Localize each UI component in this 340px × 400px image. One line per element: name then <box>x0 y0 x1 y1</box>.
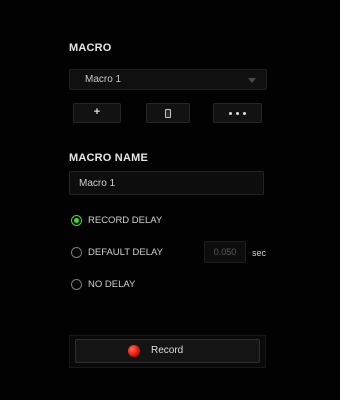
more-dots-icon <box>214 112 261 115</box>
macro-heading: MACRO <box>69 42 112 54</box>
default-delay-radio[interactable] <box>71 247 82 258</box>
delete-macro-button[interactable] <box>146 103 190 123</box>
no-delay-label: NO DELAY <box>88 279 136 290</box>
plus-icon: + <box>93 106 101 118</box>
macro-panel: MACRO Macro 1 + MACRO NAME RECORD DELAY … <box>0 0 340 400</box>
record-icon <box>128 345 140 357</box>
record-delay-label: RECORD DELAY <box>88 215 163 226</box>
default-delay-input[interactable] <box>204 241 246 263</box>
add-macro-button[interactable]: + <box>73 103 121 123</box>
macro-name-heading: MACRO NAME <box>69 152 148 164</box>
record-button-label: Record <box>151 345 184 356</box>
record-button[interactable]: Record <box>75 339 260 363</box>
no-delay-radio[interactable] <box>71 279 82 290</box>
delay-unit-label: sec <box>252 248 267 258</box>
more-options-button[interactable] <box>213 103 262 123</box>
trash-icon <box>165 109 171 118</box>
default-delay-label: DEFAULT DELAY <box>88 247 163 258</box>
macro-select-value: Macro 1 <box>85 74 122 85</box>
macro-select-dropdown[interactable]: Macro 1 <box>69 69 267 90</box>
chevron-down-icon <box>248 78 256 83</box>
macro-name-input[interactable] <box>69 171 264 195</box>
record-delay-radio[interactable] <box>71 215 82 226</box>
record-button-container: Record <box>69 335 266 368</box>
